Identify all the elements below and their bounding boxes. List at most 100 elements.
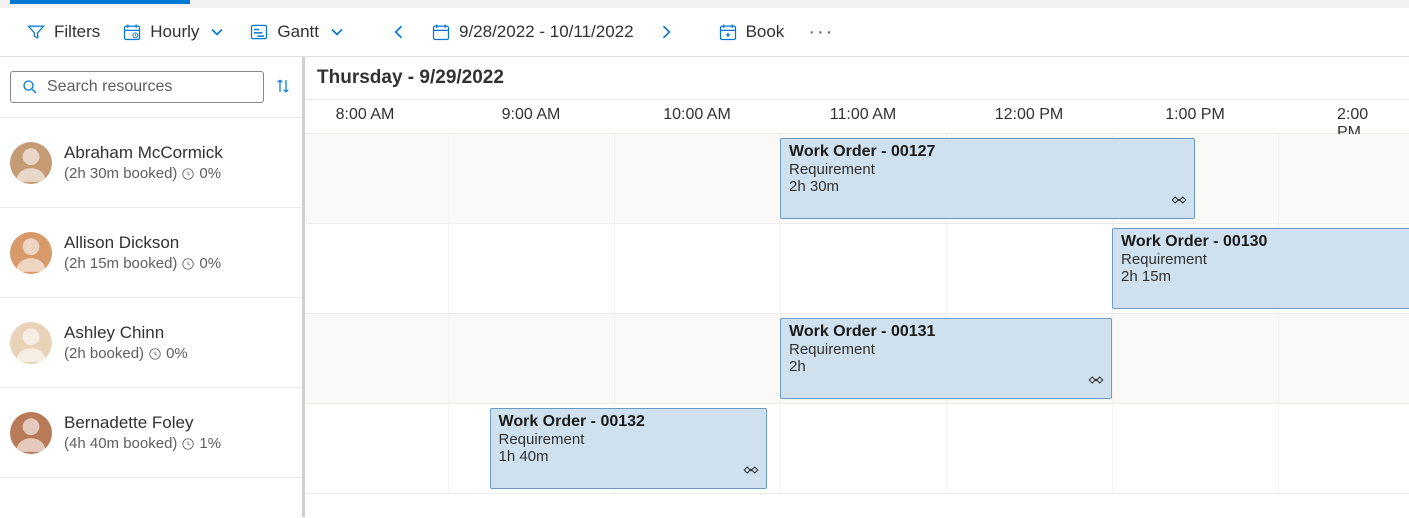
hour-divider [1278, 314, 1279, 403]
calendar-icon [431, 22, 451, 42]
avatar [10, 322, 52, 364]
sort-button[interactable] [274, 77, 292, 98]
booking-card[interactable]: Work Order - 00132 Requirement 1h 40m [490, 408, 767, 489]
gantt-icon [249, 22, 269, 42]
time-label: 1:00 PM [1165, 106, 1225, 124]
handshake-icon [1170, 191, 1188, 212]
hour-divider [614, 134, 615, 223]
time-label: 8:00 AM [336, 106, 395, 124]
clock-icon [148, 347, 162, 361]
person-icon [10, 232, 52, 274]
resource-info: Abraham McCormick (2h 30m booked) 0% [64, 143, 223, 182]
time-header: 8:00 AM9:00 AM10:00 AM11:00 AM12:00 PM1:… [305, 100, 1409, 134]
date-range-picker[interactable]: 9/28/2022 - 10/11/2022 [425, 18, 640, 46]
hour-divider [780, 224, 781, 313]
resource-sub: (2h booked) 0% [64, 345, 188, 362]
hour-divider [448, 404, 449, 493]
resource-sub: (4h 40m booked) 1% [64, 435, 221, 452]
resource-booked: (2h 15m booked) [64, 255, 177, 272]
resource-info: Allison Dickson (2h 15m booked) 0% [64, 233, 221, 272]
person-icon [10, 142, 52, 184]
grid-row[interactable]: Work Order - 00132 Requirement 1h 40m [305, 404, 1409, 494]
hour-divider [614, 224, 615, 313]
resource-info: Ashley Chinn (2h booked) 0% [64, 323, 188, 362]
resource-util: 0% [199, 165, 221, 182]
resource-util: 0% [199, 255, 221, 272]
chevron-right-icon [656, 22, 676, 42]
book-label: Book [746, 22, 785, 42]
grid-row[interactable]: Work Order - 00130 Requirement 2h 15m [305, 224, 1409, 314]
booking-title: Work Order - 00131 [789, 323, 1103, 341]
booking-title: Work Order - 00127 [789, 143, 1186, 161]
resource-name: Bernadette Foley [64, 413, 221, 433]
resource-row[interactable]: Allison Dickson (2h 15m booked) 0% [0, 208, 302, 298]
resource-row[interactable]: Abraham McCormick (2h 30m booked) 0% [0, 118, 302, 208]
search-placeholder: Search resources [47, 78, 172, 96]
avatar [10, 232, 52, 274]
chevron-down-icon [327, 22, 347, 42]
more-actions-button[interactable]: ··· [800, 21, 842, 44]
timeline-grid[interactable]: Work Order - 00127 Requirement 2h 30m Wo… [305, 134, 1409, 494]
calendar-plus-icon [718, 22, 738, 42]
time-label: 10:00 AM [663, 106, 731, 124]
resource-sub: (2h 15m booked) 0% [64, 255, 221, 272]
toolbar: Filters Hourly Gantt 9/28/2022 - 10/11/2… [0, 8, 1409, 57]
hour-divider [1112, 314, 1113, 403]
booking-card[interactable]: Work Order - 00130 Requirement 2h 15m [1112, 228, 1409, 309]
booking-duration: 2h 15m [1121, 268, 1409, 285]
resource-name: Allison Dickson [64, 233, 221, 253]
chevron-left-icon [389, 22, 409, 42]
resource-sub: (2h 30m booked) 0% [64, 165, 223, 182]
booking-card[interactable]: Work Order - 00127 Requirement 2h 30m [780, 138, 1195, 219]
hour-divider [780, 404, 781, 493]
booking-card[interactable]: Work Order - 00131 Requirement 2h [780, 318, 1112, 399]
filter-icon [26, 22, 46, 42]
person-icon [10, 322, 52, 364]
hour-divider [1278, 404, 1279, 493]
view-mode-dropdown[interactable]: Hourly [116, 18, 233, 46]
tab-strip-bg [0, 0, 1409, 8]
grid-row[interactable]: Work Order - 00127 Requirement 2h 30m [305, 134, 1409, 224]
time-label: 9:00 AM [502, 106, 561, 124]
clock-icon [181, 167, 195, 181]
resource-booked: (4h 40m booked) [64, 435, 177, 452]
calendar-clock-icon [122, 22, 142, 42]
resource-util: 1% [199, 435, 221, 452]
resource-row[interactable]: Bernadette Foley (4h 40m booked) 1% [0, 388, 302, 478]
schedule-board: Search resources Abraham McCormick (2h 3… [0, 57, 1409, 517]
hour-divider [448, 314, 449, 403]
chart-mode-label: Gantt [277, 22, 319, 42]
handshake-icon [1087, 371, 1105, 392]
grid-row[interactable]: Work Order - 00131 Requirement 2h [305, 314, 1409, 404]
resource-util: 0% [166, 345, 188, 362]
next-range-button[interactable] [650, 18, 682, 46]
resource-info: Bernadette Foley (4h 40m booked) 1% [64, 413, 221, 452]
chevron-down-icon [207, 22, 227, 42]
hour-divider [946, 404, 947, 493]
resource-row[interactable]: Ashley Chinn (2h booked) 0% [0, 298, 302, 388]
sort-icon [274, 77, 292, 95]
hour-divider [614, 314, 615, 403]
prev-range-button[interactable] [383, 18, 415, 46]
date-range-text: 9/28/2022 - 10/11/2022 [459, 22, 634, 42]
booking-title: Work Order - 00132 [499, 413, 758, 431]
book-button[interactable]: Book [712, 18, 791, 46]
filters-button[interactable]: Filters [20, 18, 106, 46]
booking-title: Work Order - 00130 [1121, 233, 1409, 251]
resource-name: Abraham McCormick [64, 143, 223, 163]
avatar [10, 142, 52, 184]
chart-mode-dropdown[interactable]: Gantt [243, 18, 353, 46]
booking-subtitle: Requirement [499, 431, 758, 448]
hour-divider [1278, 134, 1279, 223]
clock-icon [181, 257, 195, 271]
person-icon [10, 412, 52, 454]
time-label: 11:00 AM [830, 106, 896, 124]
resource-booked: (2h booked) [64, 345, 144, 362]
search-input[interactable]: Search resources [10, 71, 264, 103]
hour-divider [1112, 404, 1113, 493]
resource-name: Ashley Chinn [64, 323, 188, 343]
hour-divider [946, 224, 947, 313]
date-header: Thursday - 9/29/2022 [305, 57, 1409, 100]
search-icon [21, 78, 39, 96]
clock-icon [181, 437, 195, 451]
